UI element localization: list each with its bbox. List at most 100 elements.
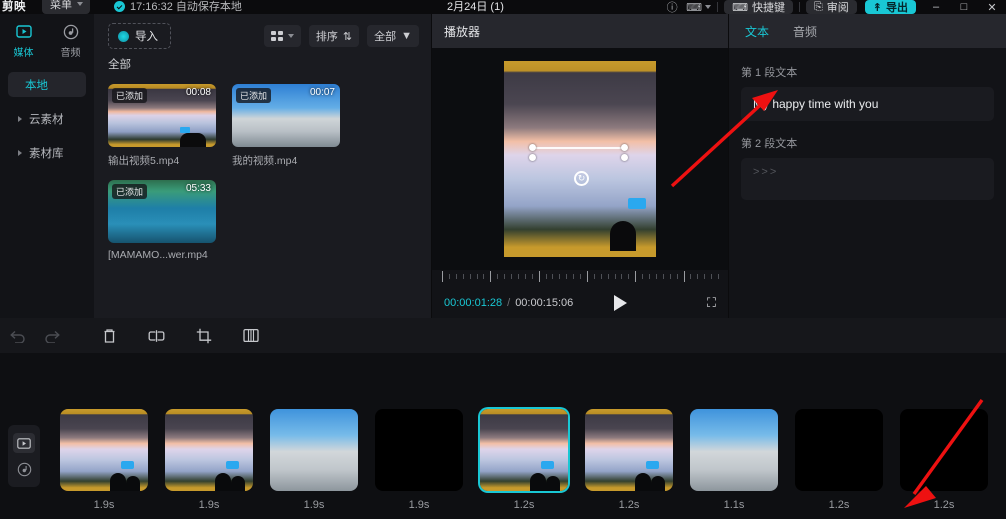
timeline-clip-thumbnail[interactable] — [690, 409, 778, 491]
text-field-2-input[interactable]: >>> — [741, 158, 994, 200]
redo-icon[interactable] — [35, 318, 70, 353]
grid-view-icon — [270, 31, 283, 41]
timeline-clip[interactable]: 1.2s — [795, 409, 883, 511]
media-thumbnail[interactable]: 已添加 05:33 — [108, 180, 216, 243]
media-section-label: 全部 — [108, 59, 131, 71]
resize-handle[interactable] — [529, 154, 536, 161]
timeline-clip-thumbnail[interactable] — [60, 409, 148, 491]
shortcut-label: 快捷键 — [751, 2, 785, 14]
rail-tab-media[interactable]: 媒体 — [0, 18, 47, 59]
ruler-tick — [455, 274, 457, 279]
maximize-button[interactable]: □ — [950, 0, 978, 14]
sort-label: 排序 — [315, 31, 338, 43]
media-filename: 我的视频.mp4 — [232, 155, 298, 167]
timeline-clip[interactable]: 1.2s — [585, 409, 673, 511]
timeline-clip-thumbnail[interactable] — [795, 409, 883, 491]
rail-item-library[interactable]: 素材库 — [8, 140, 86, 165]
resize-handle[interactable] — [529, 144, 536, 151]
text-field-1-input[interactable]: My happy time with you — [741, 87, 994, 121]
timeline-clip[interactable]: 1.2s — [480, 409, 568, 511]
player-title: 播放器 — [432, 14, 728, 48]
media-thumbnail[interactable]: 已添加 00:07 — [232, 84, 340, 147]
timeline-clip[interactable]: 1.1s — [690, 409, 778, 511]
app-logo: 剪映 — [2, 1, 26, 13]
ruler-tick — [573, 274, 575, 279]
rail-tab-audio[interactable]: 音频 — [47, 18, 94, 59]
tab-audio[interactable]: 音频 — [793, 23, 817, 40]
ruler-tick — [511, 274, 512, 279]
shortcut-button[interactable]: ⌨ 快捷键 — [724, 0, 793, 14]
minimize-button[interactable]: – — [922, 0, 950, 14]
play-icon[interactable] — [613, 295, 627, 311]
menu-button[interactable]: 菜单 — [42, 0, 90, 14]
plus-circle-icon — [118, 30, 129, 42]
ruler-tick — [614, 274, 616, 279]
timeline-clip-thumbnail[interactable] — [900, 409, 988, 491]
player-video-frame[interactable]: ↻ — [504, 61, 656, 257]
text-field-1-label: 第 1 段文本 — [741, 67, 798, 79]
player-ruler[interactable] — [432, 270, 728, 286]
sort-button[interactable]: 排序 ⇅ — [308, 25, 360, 47]
rotate-handle-icon[interactable]: ↻ — [574, 171, 589, 186]
time-separator: / — [507, 297, 511, 309]
added-badge: 已添加 — [112, 88, 148, 103]
audio-track-icon[interactable] — [13, 459, 35, 479]
fullscreen-icon[interactable]: ⛶ — [707, 295, 716, 311]
ruler-tick — [655, 274, 657, 279]
timeline-clip-duration: 1.9s — [303, 499, 325, 511]
timeline-clip-thumbnail[interactable] — [165, 409, 253, 491]
review-button[interactable]: ⎘ 审阅 — [805, 0, 857, 14]
player-stage[interactable]: ↻ — [432, 48, 728, 270]
timeline-clip[interactable]: 1.9s — [165, 409, 253, 511]
ruler-tick — [448, 274, 450, 279]
resize-handle[interactable] — [621, 144, 628, 151]
timeline-clip-thumbnail[interactable] — [270, 409, 358, 491]
timeline-clip-duration: 1.9s — [408, 499, 430, 511]
rail-item-list: 本地 云素材 素材库 — [0, 72, 94, 165]
ruler-tick — [538, 271, 540, 282]
crop-icon[interactable] — [186, 318, 221, 353]
view-mode-button[interactable] — [263, 25, 301, 47]
help-icon[interactable]: ⓘ — [661, 0, 683, 14]
titlebar-actions: ⓘ ⌨ ⌨ 快捷键 ⎘ 审阅 ↟ 导出 – □ ✕ — [661, 0, 1006, 14]
timeline-clip-thumbnail[interactable] — [585, 409, 673, 491]
player-panel: 播放器 ↻ 00:00:01:28 / 00:00:15:06 ⛶ — [432, 14, 728, 318]
timeline-clip[interactable]: 1.2s — [900, 409, 988, 511]
chevron-right-icon — [18, 149, 22, 156]
rail-item-local[interactable]: 本地 — [8, 72, 86, 97]
added-badge: 已添加 — [112, 184, 148, 199]
timeline-clip[interactable]: 1.9s — [60, 409, 148, 511]
keyboard-icon[interactable]: ⌨ — [683, 0, 705, 14]
ruler-tick — [580, 274, 581, 279]
export-button[interactable]: ↟ 导出 — [864, 0, 916, 14]
mirror-icon[interactable] — [233, 318, 268, 353]
rail-item-cloud[interactable]: 云素材 — [8, 106, 86, 131]
chevron-down-icon — [77, 2, 83, 6]
video-track-icon[interactable] — [13, 433, 35, 453]
timeline-clip-duration: 1.2s — [933, 499, 955, 511]
added-badge: 已添加 — [236, 88, 272, 103]
close-button[interactable]: ✕ — [978, 0, 1006, 14]
timeline-clip[interactable]: 1.9s — [270, 409, 358, 511]
delete-icon[interactable] — [92, 318, 127, 353]
media-duration: 00:07 — [309, 87, 335, 98]
media-thumbnail[interactable]: 已添加 00:08 — [108, 84, 216, 147]
timeline-clip-thumbnail[interactable] — [375, 409, 463, 491]
ruler-tick — [442, 271, 443, 282]
tab-text[interactable]: 文本 — [745, 23, 769, 40]
resize-handle[interactable] — [621, 154, 628, 161]
media-duration: 05:33 — [185, 183, 211, 194]
timeline-clip-thumbnail[interactable] — [480, 409, 568, 491]
chevron-down-icon — [287, 34, 294, 38]
media-item[interactable]: 已添加 00:08 输出视频5.mp4 — [108, 84, 216, 168]
chevron-down-icon[interactable] — [705, 5, 712, 9]
import-button[interactable]: 导入 — [108, 23, 171, 49]
ruler-tick — [524, 274, 526, 279]
undo-icon[interactable] — [0, 318, 35, 353]
media-item[interactable]: 已添加 05:33 [MAMAMO...wer.mp4 — [108, 180, 216, 261]
media-item[interactable]: 已添加 00:07 我的视频.mp4 — [232, 84, 340, 168]
split-icon[interactable] — [139, 318, 174, 353]
timeline-clip[interactable]: 1.9s — [375, 409, 463, 511]
filter-button[interactable]: 全部 ▼ — [367, 25, 419, 47]
ruler-tick — [635, 271, 637, 282]
